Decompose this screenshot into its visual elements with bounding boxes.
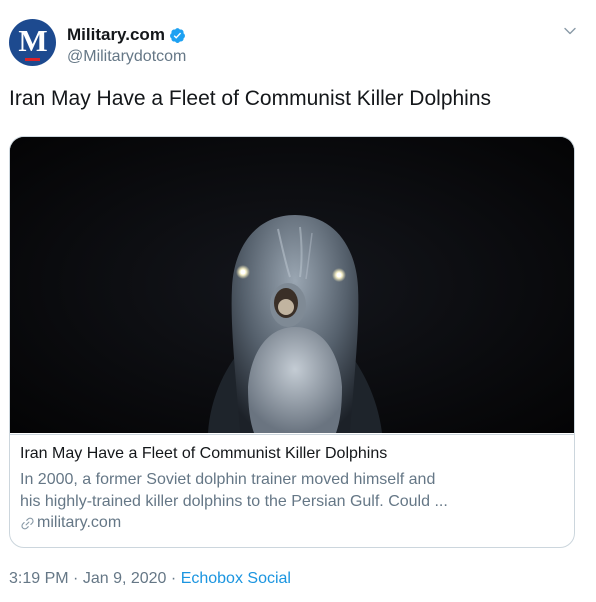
verified-badge-icon <box>169 27 185 43</box>
tweet-metadata: 3:19 PM · Jan 9, 2020 · Echobox Social <box>9 570 291 588</box>
separator: · <box>170 570 177 587</box>
avatar[interactable]: M <box>9 19 56 66</box>
card-domain-text: military.com <box>37 514 122 531</box>
card-description: In 2000, a former Soviet dolphin trainer… <box>20 469 562 513</box>
chevron-down-icon[interactable] <box>563 24 577 38</box>
tweet-text: Iran May Have a Fleet of Communist Kille… <box>9 87 492 110</box>
avatar-logo-letter: M <box>18 22 47 58</box>
card-body[interactable]: Iran May Have a Fleet of Communist Kille… <box>10 434 574 547</box>
card-title[interactable]: Iran May Have a Fleet of Communist Kille… <box>20 445 387 463</box>
card-description-line: In 2000, a former Soviet dolphin trainer… <box>20 471 436 488</box>
avatar-logo-underline <box>25 58 40 61</box>
user-handle[interactable]: @Militarydotcom <box>67 48 186 66</box>
tweet-time[interactable]: 3:19 PM <box>9 570 69 587</box>
tweet[interactable]: M Military.com @Militarydotcom Iran May … <box>0 0 596 602</box>
link-icon <box>21 517 34 529</box>
separator: · <box>73 570 79 587</box>
author-name-row: Military.com <box>67 24 186 46</box>
card-image[interactable] <box>10 137 574 433</box>
card-description-line: his highly-trained killer dolphins to th… <box>20 493 448 510</box>
tweet-source-link[interactable]: Echobox Social <box>181 570 291 587</box>
link-card[interactable]: Iran May Have a Fleet of Communist Kille… <box>9 136 575 548</box>
card-domain[interactable]: military.com <box>20 514 121 532</box>
display-name[interactable]: Military.com <box>67 25 165 45</box>
tweet-date[interactable]: Jan 9, 2020 <box>83 570 167 587</box>
